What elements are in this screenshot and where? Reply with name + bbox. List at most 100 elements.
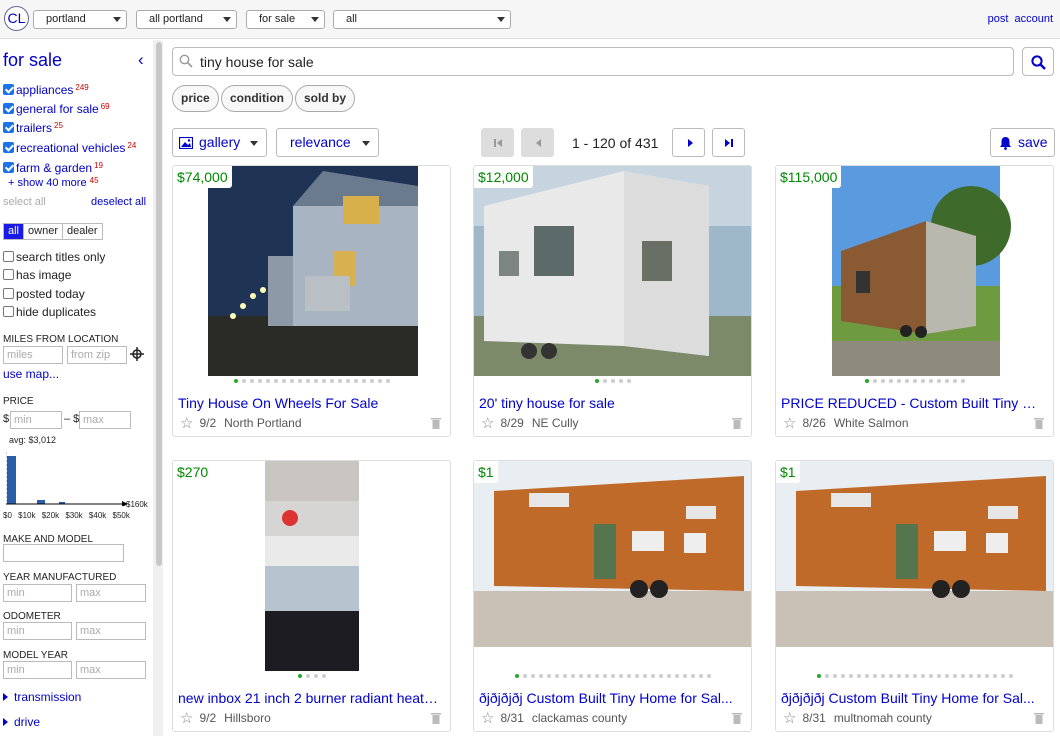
carousel-dot[interactable] xyxy=(369,379,374,383)
trash-icon[interactable] xyxy=(431,712,441,724)
craigslist-logo[interactable]: CL xyxy=(4,6,29,31)
carousel-dot[interactable] xyxy=(848,674,853,678)
carousel-dot[interactable] xyxy=(920,674,925,678)
carousel-dot[interactable] xyxy=(562,674,567,678)
checkbox-checked[interactable] xyxy=(3,122,14,133)
carousel-dot[interactable] xyxy=(626,674,631,678)
carousel-dot[interactable] xyxy=(602,674,607,678)
carousel-dot[interactable] xyxy=(514,674,519,678)
trash-icon[interactable] xyxy=(732,417,742,429)
listing-photo[interactable] xyxy=(173,166,450,376)
checkbox-checked[interactable] xyxy=(3,162,14,173)
collapse-sidebar-icon[interactable]: ‹ xyxy=(138,50,144,70)
carousel-dot[interactable] xyxy=(265,379,270,383)
listing-photo[interactable] xyxy=(776,166,1053,376)
odometer-min-input[interactable]: min xyxy=(3,622,72,640)
deselect-all-link[interactable]: deselect all xyxy=(91,196,146,208)
carousel-dot[interactable] xyxy=(610,674,615,678)
trash-icon[interactable] xyxy=(1034,417,1044,429)
listing-title[interactable]: Tiny House On Wheels For Sale xyxy=(178,395,443,411)
carousel-dot[interactable] xyxy=(674,674,679,678)
carousel-dot[interactable] xyxy=(522,674,527,678)
carousel-dot[interactable] xyxy=(586,674,591,678)
carousel-dot[interactable] xyxy=(904,379,909,383)
listing-title[interactable]: 20' tiny house for sale xyxy=(479,395,744,411)
drive-expander[interactable]: drive xyxy=(3,715,40,729)
filter-price[interactable]: price xyxy=(172,85,219,112)
category-recreational-vehicles[interactable]: recreational vehicles 24 xyxy=(3,138,136,155)
carousel-dot[interactable] xyxy=(888,674,893,678)
search-input[interactable]: tiny house for sale xyxy=(172,47,1014,76)
checkbox-checked[interactable] xyxy=(3,103,14,114)
favorite-star-icon[interactable]: ☆ xyxy=(783,415,796,432)
carousel-dot[interactable] xyxy=(618,379,623,383)
carousel-dot[interactable] xyxy=(992,674,997,678)
checkbox[interactable] xyxy=(3,251,14,262)
checkbox[interactable] xyxy=(3,269,14,280)
listing-photo[interactable] xyxy=(474,461,751,647)
last-page-button[interactable] xyxy=(712,128,745,157)
previous-page-button[interactable] xyxy=(521,128,554,157)
favorite-star-icon[interactable]: ☆ xyxy=(783,710,796,727)
carousel-dot[interactable] xyxy=(538,674,543,678)
carousel-dot[interactable] xyxy=(321,379,326,383)
carousel-dot[interactable] xyxy=(896,674,901,678)
carousel-dot[interactable] xyxy=(337,379,342,383)
listing-photo[interactable] xyxy=(474,166,751,376)
carousel-dot[interactable] xyxy=(361,379,366,383)
carousel-dot[interactable] xyxy=(345,379,350,383)
carousel-dot[interactable] xyxy=(872,674,877,678)
option-search-titles[interactable]: search titles only xyxy=(3,250,105,264)
carousel-dot[interactable] xyxy=(816,674,821,678)
carousel-dot[interactable] xyxy=(904,674,909,678)
listing-title[interactable]: ðjðjðjðj Custom Built Tiny Home for Sal.… xyxy=(781,690,1046,706)
carousel-dot[interactable] xyxy=(880,674,885,678)
category-general-for-sale[interactable]: general for sale 69 xyxy=(3,99,110,116)
carousel-dot[interactable] xyxy=(305,674,310,678)
carousel-dot[interactable] xyxy=(273,379,278,383)
carousel-dot[interactable] xyxy=(297,379,302,383)
carousel-dot[interactable] xyxy=(1000,674,1005,678)
save-search-button[interactable]: save xyxy=(990,128,1055,157)
price-histogram[interactable] xyxy=(6,450,146,506)
carousel-dot[interactable] xyxy=(912,674,917,678)
carousel-dot[interactable] xyxy=(570,674,575,678)
carousel-dot[interactable] xyxy=(530,674,535,678)
carousel-dot[interactable] xyxy=(864,674,869,678)
sort-select[interactable]: relevance xyxy=(276,128,379,157)
carousel-dot[interactable] xyxy=(353,379,358,383)
listing-photo[interactable] xyxy=(173,461,450,671)
carousel-dot[interactable] xyxy=(698,674,703,678)
price-min-input[interactable]: min xyxy=(10,411,62,429)
sidebar-scroll-thumb[interactable] xyxy=(156,42,162,566)
carousel-dot[interactable] xyxy=(666,674,671,678)
carousel-dot[interactable] xyxy=(546,674,551,678)
carousel-dot[interactable] xyxy=(642,674,647,678)
carousel-dot[interactable] xyxy=(618,674,623,678)
trash-icon[interactable] xyxy=(431,417,441,429)
carousel-dot[interactable] xyxy=(594,674,599,678)
carousel-dot[interactable] xyxy=(864,379,869,383)
carousel-dot[interactable] xyxy=(936,674,941,678)
carousel-dot[interactable] xyxy=(944,379,949,383)
carousel-dot[interactable] xyxy=(1008,674,1013,678)
favorite-star-icon[interactable]: ☆ xyxy=(180,415,193,432)
carousel-dot[interactable] xyxy=(602,379,607,383)
zip-input[interactable]: from zip xyxy=(67,346,127,364)
carousel-dot[interactable] xyxy=(321,674,326,678)
carousel-dot[interactable] xyxy=(912,379,917,383)
category-appliances[interactable]: appliances 249 xyxy=(3,80,89,97)
carousel-dot[interactable] xyxy=(952,674,957,678)
filter-sold-by[interactable]: sold by xyxy=(295,85,356,112)
carousel-dot[interactable] xyxy=(880,379,885,383)
seller-all[interactable]: all xyxy=(4,224,24,239)
carousel-dot[interactable] xyxy=(578,674,583,678)
carousel-dot[interactable] xyxy=(241,379,246,383)
carousel-dot[interactable] xyxy=(233,379,238,383)
favorite-star-icon[interactable]: ☆ xyxy=(481,710,494,727)
seller-dealer[interactable]: dealer xyxy=(61,224,102,239)
carousel-dot[interactable] xyxy=(305,379,310,383)
carousel-dot[interactable] xyxy=(968,674,973,678)
next-page-button[interactable] xyxy=(672,128,705,157)
carousel-dot[interactable] xyxy=(832,674,837,678)
